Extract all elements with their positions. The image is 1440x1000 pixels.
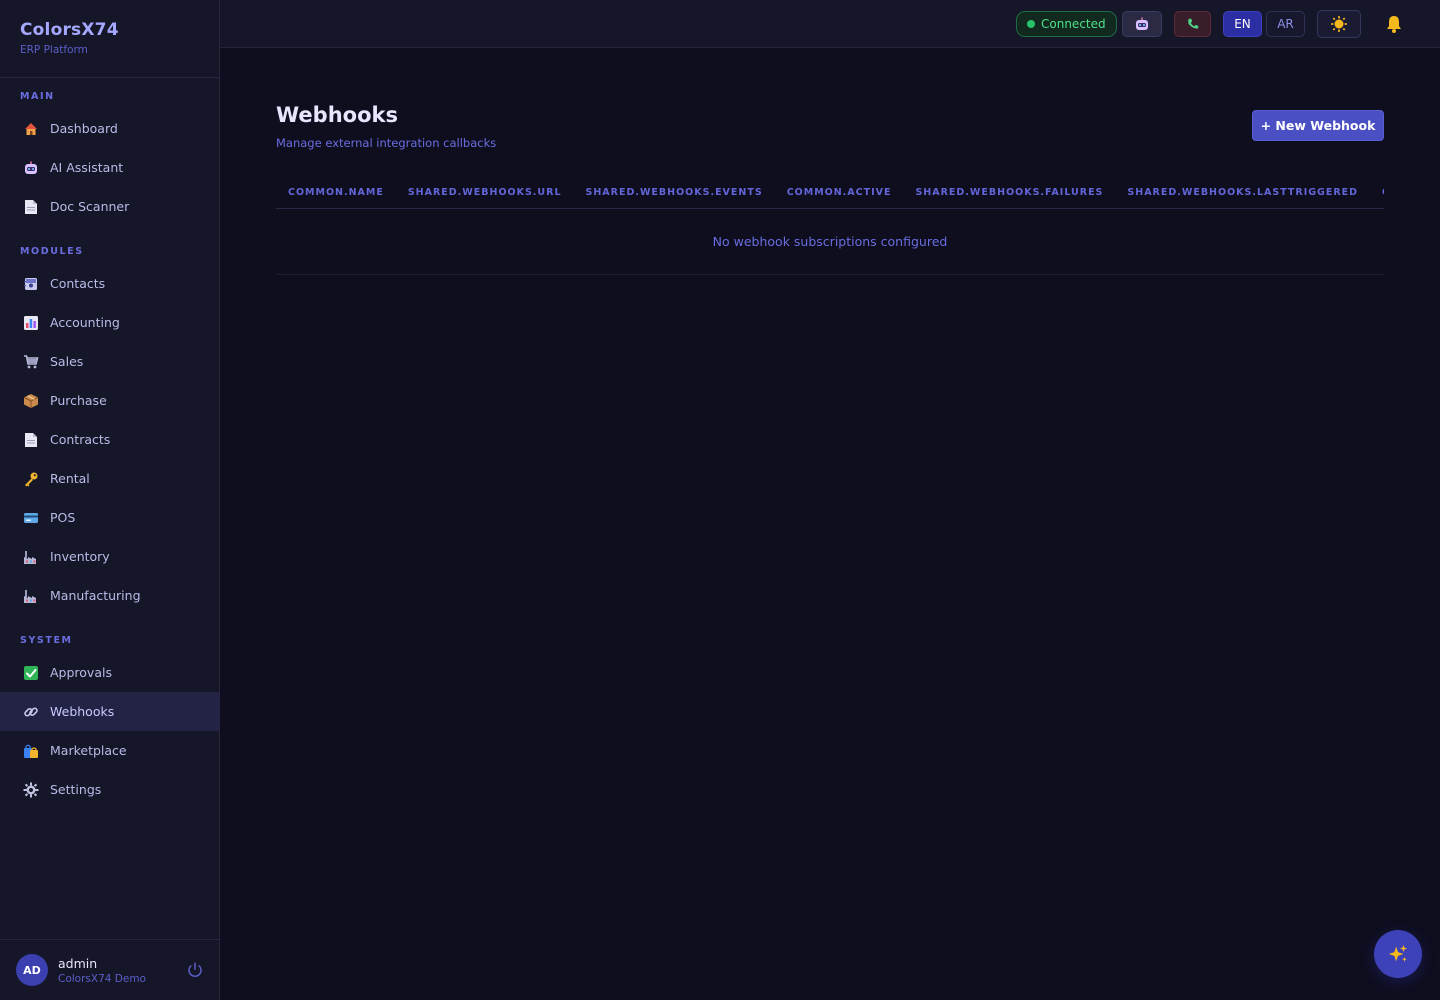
user-info: admin ColorsX74 Demo — [58, 956, 186, 985]
phone-icon — [1187, 18, 1198, 29]
column-header[interactable]: COMMON.NAME — [276, 187, 396, 198]
sidebar-item-contacts[interactable]: Contacts — [0, 264, 219, 303]
sidebar-item-label: Doc Scanner — [50, 199, 130, 214]
sidebar-item-label: Approvals — [50, 665, 112, 680]
sidebar-item-marketplace[interactable]: Marketplace — [0, 731, 219, 770]
table-header: COMMON.NAME SHARED.WEBHOOKS.URL SHARED.WEB… — [276, 176, 1384, 209]
package-icon — [22, 392, 40, 410]
sidebar-section-label: MODULES — [20, 246, 84, 257]
sidebar-item-label: Rental — [50, 471, 90, 486]
sparkles-icon — [1388, 944, 1408, 962]
column-header[interactable]: SHARED.WEBHOOKS.URL — [396, 187, 574, 198]
factory-icon — [22, 548, 40, 566]
brand-name: ColorsX74 — [20, 20, 119, 40]
brand: ColorsX74 ERP Platform — [0, 0, 219, 78]
column-header[interactable]: COMMON.ACTIONS — [1370, 187, 1384, 198]
robot-icon — [1136, 17, 1148, 30]
user-bar: AD admin ColorsX74 Demo — [0, 939, 220, 1000]
sidebar-item-label: Contacts — [50, 276, 106, 291]
house-icon — [22, 120, 40, 138]
sidebar-item-dashboard[interactable]: Dashboard — [0, 109, 219, 148]
user-org: ColorsX74 Demo — [58, 972, 146, 985]
sidebar-item-ai-assistant[interactable]: AI Assistant — [0, 148, 219, 187]
sidebar-item-inventory[interactable]: Inventory — [0, 537, 219, 576]
sidebar-item-label: Accounting — [50, 315, 120, 330]
robot-icon — [22, 159, 40, 177]
sidebar-item-label: AI Assistant — [50, 160, 124, 175]
column-header[interactable]: COMMON.ACTIVE — [775, 187, 904, 198]
sidebar-item-rental[interactable]: Rental — [0, 459, 219, 498]
empty-state-message: No webhook subscriptions configured — [276, 209, 1384, 275]
sidebar-item-contracts[interactable]: Contracts — [0, 420, 219, 459]
new-webhook-button[interactable]: + New Webhook — [1252, 110, 1384, 141]
document-icon — [22, 198, 40, 216]
sidebar-item-purchase[interactable]: Purchase — [0, 381, 219, 420]
sidebar-item-label: Webhooks — [50, 704, 115, 719]
column-header[interactable]: SHARED.WEBHOOKS.FAILURES — [903, 187, 1115, 198]
sidebar-item-label: Purchase — [50, 393, 107, 408]
sidebar-item-doc-scanner[interactable]: Doc Scanner — [0, 187, 219, 226]
status-dot-icon — [1027, 20, 1035, 28]
language-ar-button[interactable]: AR — [1266, 11, 1305, 37]
topbar: Connected EN AR — [220, 0, 1440, 48]
sidebar-section-label: MAIN — [20, 91, 55, 102]
phone-button[interactable] — [1174, 11, 1211, 37]
sidebar-item-label: Sales — [50, 354, 84, 369]
connection-status-label: Connected — [1041, 17, 1106, 31]
checkmark-icon — [22, 664, 40, 682]
sidebar-item-label: Settings — [50, 782, 102, 797]
sun-icon — [1330, 15, 1348, 33]
app-root: ColorsX74 ERP Platform MAIN Dashboard AI A… — [0, 0, 1440, 1000]
connection-status-badge: Connected — [1016, 11, 1117, 37]
main-content: Webhooks Manage external integration cal… — [220, 48, 1440, 1000]
sidebar-item-webhooks[interactable]: Webhooks — [0, 692, 219, 731]
sidebar-item-approvals[interactable]: Approvals — [0, 653, 219, 692]
ai-assistant-button[interactable] — [1122, 11, 1162, 37]
column-header[interactable]: SHARED.WEBHOOKS.EVENTS — [574, 187, 775, 198]
user-name: admin — [58, 955, 98, 971]
sidebar-item-label: Marketplace — [50, 743, 127, 758]
credit-card-icon — [22, 509, 40, 527]
sidebar-item-label: Manufacturing — [50, 588, 141, 603]
language-en-button[interactable]: EN — [1223, 11, 1262, 37]
sidebar-item-label: Dashboard — [50, 121, 118, 136]
notifications-button[interactable] — [1382, 11, 1406, 37]
contacts-icon — [22, 275, 40, 293]
gear-icon — [22, 781, 40, 799]
key-icon — [22, 470, 40, 488]
bar-chart-icon — [22, 314, 40, 332]
power-icon[interactable] — [186, 961, 204, 979]
shopping-bags-icon — [22, 742, 40, 760]
document-icon — [22, 431, 40, 449]
sidebar-item-label: Contracts — [50, 432, 111, 447]
sidebar: ColorsX74 ERP Platform MAIN Dashboard AI A… — [0, 0, 220, 1000]
sidebar-item-settings[interactable]: Settings — [0, 770, 219, 809]
sidebar-item-pos[interactable]: POS — [0, 498, 219, 537]
column-header[interactable]: SHARED.WEBHOOKS.LASTTRIGGERED — [1115, 187, 1370, 198]
page-subtitle: Manage external integration callbacks — [276, 136, 497, 150]
sidebar-section-label: SYSTEM — [20, 635, 73, 646]
sidebar-item-accounting[interactable]: Accounting — [0, 303, 219, 342]
avatar[interactable]: AD — [16, 954, 48, 986]
sidebar-item-sales[interactable]: Sales — [0, 342, 219, 381]
sidebar-item-manufacturing[interactable]: Manufacturing — [0, 576, 219, 615]
cart-icon — [22, 353, 40, 371]
bell-icon — [1387, 16, 1401, 33]
factory-icon — [22, 587, 40, 605]
sidebar-item-label: POS — [50, 510, 76, 525]
link-icon — [22, 703, 40, 721]
theme-toggle-button[interactable] — [1317, 10, 1361, 38]
sidebar-item-label: Inventory — [50, 549, 110, 564]
webhooks-table: COMMON.NAME SHARED.WEBHOOKS.URL SHARED.WEB… — [276, 176, 1384, 275]
page-title: Webhooks — [276, 103, 398, 127]
brand-subtitle: ERP Platform — [20, 44, 88, 56]
ai-sparkle-fab[interactable] — [1374, 930, 1422, 978]
